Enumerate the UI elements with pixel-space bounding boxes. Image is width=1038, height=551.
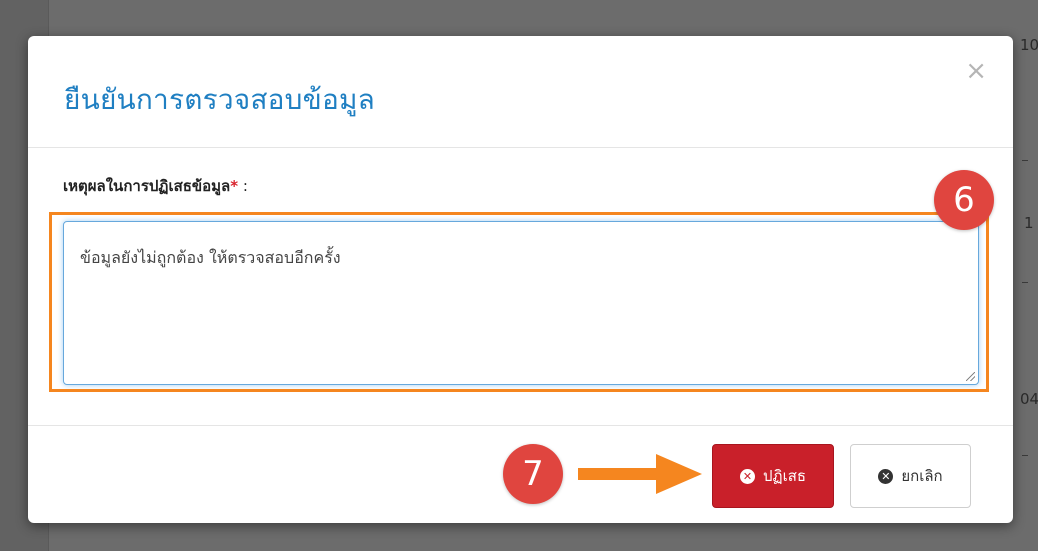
required-marker: * — [230, 177, 239, 195]
background-text: 10 — [1020, 36, 1038, 54]
label-colon: : — [238, 177, 248, 195]
step-6-badge: 6 — [934, 170, 994, 230]
background-dash — [1022, 160, 1028, 161]
resize-handle-icon[interactable] — [966, 372, 975, 381]
step-7-badge: 7 — [503, 444, 563, 504]
close-icon[interactable]: × — [965, 58, 987, 84]
cancel-button[interactable]: ✕ ยกเลิก — [850, 444, 971, 508]
reject-button[interactable]: ✕ ปฏิเสธ — [712, 444, 834, 508]
cancel-button-label: ยกเลิก — [901, 467, 943, 485]
reason-label: เหตุผลในการปฏิเสธข้อมูล* : — [63, 174, 248, 198]
arrow-right-icon — [578, 454, 702, 494]
background-text: 1 — [1024, 214, 1034, 232]
times-circle-icon: ✕ — [739, 468, 755, 484]
times-circle-icon: ✕ — [878, 468, 894, 484]
reason-textarea-value: ข้อมูลยังไม่ถูกต้อง ให้ตรวจสอบอีกครั้ง — [80, 248, 341, 267]
background-dash — [1022, 282, 1028, 283]
reason-textarea[interactable]: ข้อมูลยังไม่ถูกต้อง ให้ตรวจสอบอีกครั้ง — [63, 221, 979, 385]
background-text: 04 — [1020, 390, 1038, 408]
background-dash — [1022, 455, 1028, 456]
dialog-title: ยืนยันการตรวจสอบข้อมูล — [64, 83, 376, 116]
dialog-footer-divider — [28, 425, 1013, 426]
dialog-header: ยืนยันการตรวจสอบข้อมูล × — [28, 36, 1013, 148]
reason-label-text: เหตุผลในการปฏิเสธข้อมูล — [63, 177, 231, 195]
reject-button-label: ปฏิเสธ — [762, 467, 807, 485]
